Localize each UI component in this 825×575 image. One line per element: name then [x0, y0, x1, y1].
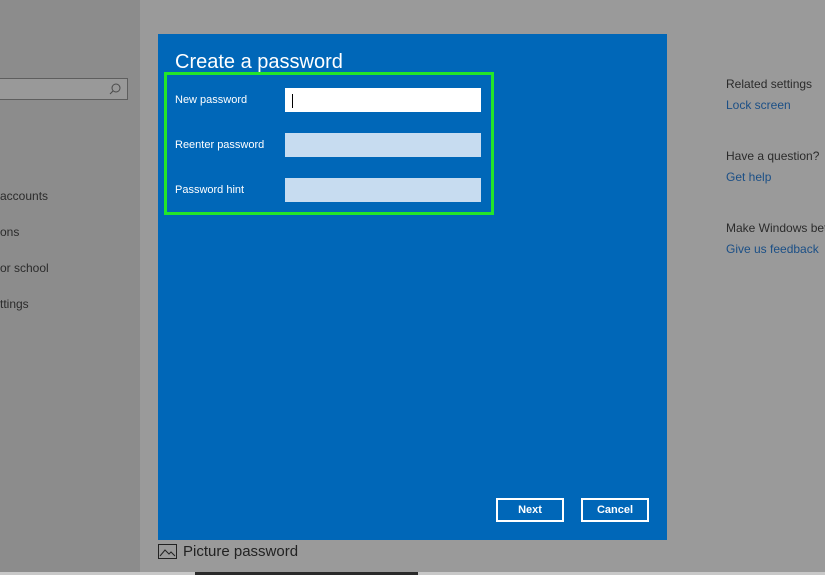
settings-sidebar: accounts ons or school ttings: [0, 0, 140, 575]
question-heading: Have a question?: [726, 149, 820, 163]
text-caret: [292, 94, 293, 108]
make-windows-better-heading: Make Windows bett: [726, 221, 825, 235]
picture-password-option[interactable]: Picture password: [158, 543, 298, 560]
picture-password-label: Picture password: [183, 543, 299, 560]
password-hint-label: Password hint: [175, 184, 245, 196]
new-password-label: New password: [175, 94, 248, 106]
give-feedback-link[interactable]: Give us feedback: [726, 242, 819, 256]
search-box[interactable]: [0, 78, 128, 100]
sidebar-item-accounts[interactable]: accounts: [0, 189, 48, 203]
reenter-password-input[interactable]: [285, 133, 481, 157]
related-settings-heading: Related settings: [726, 77, 813, 91]
dialog-title: Create a password: [175, 51, 343, 73]
get-help-link[interactable]: Get help: [726, 170, 771, 184]
new-password-input[interactable]: [285, 88, 481, 112]
password-hint-input[interactable]: [285, 178, 481, 202]
next-button[interactable]: Next: [496, 498, 564, 522]
image-icon: [158, 544, 177, 559]
search-icon: [109, 83, 121, 95]
lock-screen-link[interactable]: Lock screen: [726, 98, 791, 112]
create-password-dialog: Create a password New password Reenter p…: [158, 34, 667, 540]
reenter-password-label: Reenter password: [175, 139, 265, 151]
sidebar-item-work-school[interactable]: or school: [0, 261, 49, 275]
sidebar-item-settings[interactable]: ttings: [0, 297, 29, 311]
cancel-button[interactable]: Cancel: [581, 498, 649, 522]
sidebar-item-options[interactable]: ons: [0, 225, 19, 239]
